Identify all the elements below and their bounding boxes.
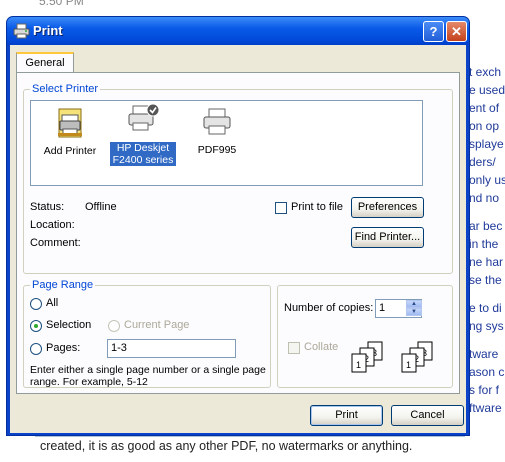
selection-label[interactable]: Selection (46, 319, 91, 331)
current-page-radio[interactable] (108, 320, 120, 332)
copies-group: Number of copies: 1 ▲ ▼ Collate 3 2 1 3 … (277, 285, 453, 388)
dialog-client-area: General Select Printer Add Printer HP De… (10, 45, 466, 433)
selection-radio[interactable] (30, 320, 42, 332)
background-text-line: tware (469, 347, 499, 361)
current-page-label[interactable]: Current Page (124, 319, 189, 331)
print-to-file-label[interactable]: Print to file (291, 201, 343, 213)
preferences-button[interactable]: Preferences (351, 197, 424, 218)
background-text-line: ar bec (469, 219, 503, 233)
copies-label: Number of copies: (284, 302, 374, 314)
page-range-hint: Enter either a single page number or a s… (30, 364, 266, 388)
printer-pdf995[interactable]: PDF995 (187, 106, 247, 156)
status-label: Status: (30, 201, 65, 213)
all-radio[interactable] (30, 298, 42, 310)
print-button[interactable]: Print (310, 405, 383, 426)
background-text-line: only us (469, 173, 505, 187)
spin-up-icon[interactable]: ▲ (406, 300, 422, 308)
pages-radio[interactable] (30, 343, 42, 355)
find-printer-button[interactable]: Find Printer... (351, 227, 424, 248)
background-text-line: ason c (469, 365, 505, 379)
location-label: Location: (30, 219, 75, 231)
svg-text:1: 1 (356, 360, 361, 370)
page-range-legend: Page Range (30, 279, 96, 291)
background-text-line: ng sys (469, 319, 504, 333)
collate-checkbox[interactable] (288, 342, 300, 354)
printer-icon (203, 108, 231, 135)
background-text-line: in the (469, 237, 499, 251)
all-label[interactable]: All (46, 297, 58, 309)
collate-pages-icon: 3 2 1 3 2 1 (351, 341, 433, 373)
status-value: Offline (85, 201, 117, 213)
background-text-line: ftware (469, 401, 502, 415)
print-dialog: Print ? ✕ General Select Printer Add Pri… (6, 16, 470, 436)
background-text-line (469, 335, 505, 345)
page-range-group: Page Range All Selection Current Page Pa… (23, 279, 271, 388)
pages-input[interactable]: 1-3 (107, 339, 236, 358)
cancel-button[interactable]: Cancel (391, 405, 464, 426)
background-text-line: splaye (469, 137, 504, 151)
background-text-line: se the (469, 273, 502, 287)
clock-text: 5:50 PM (39, 0, 84, 8)
pages-label[interactable]: Pages: (46, 342, 80, 354)
background-text-line: e to di (469, 301, 502, 315)
printer-default-icon (128, 103, 160, 131)
tab-general[interactable]: General (16, 52, 74, 72)
background-document-bottom-text: created, it is as good as any other PDF,… (40, 439, 413, 453)
background-text-line: ent of (469, 101, 500, 115)
dialog-title: Print (33, 23, 63, 38)
background-text-line: nd no (469, 191, 500, 205)
background-text-line: ders/ (469, 155, 496, 169)
print-to-file-checkbox[interactable] (275, 202, 287, 214)
background-text-line: e used (469, 83, 505, 97)
title-bar[interactable]: Print ? ✕ (7, 17, 469, 45)
printer-label: Add Printer (43, 145, 97, 157)
background-text-line (469, 289, 505, 299)
comment-label: Comment: (30, 237, 81, 249)
copies-spinner[interactable]: ▲ ▼ (406, 300, 422, 317)
printer-label: PDF995 (197, 144, 237, 156)
select-printer-legend: Select Printer (30, 83, 101, 95)
background-text-line: ne har (469, 255, 504, 269)
general-tab-panel: Select Printer Add Printer HP Deskjet F2… (16, 72, 460, 394)
spin-down-icon[interactable]: ▼ (406, 308, 422, 316)
select-printer-group: Select Printer Add Printer HP Deskjet F2… (23, 83, 453, 274)
collate-label[interactable]: Collate (304, 341, 338, 353)
printer-title-icon (13, 23, 30, 39)
background-text-line: on op (469, 119, 500, 133)
printer-add-printer[interactable]: Add Printer (34, 107, 106, 157)
background-text-line: t exch (469, 65, 502, 79)
add-printer-icon (58, 108, 82, 138)
printer-label: HP Deskjet F2400 series (109, 141, 177, 167)
background-document-text: t exch e used ent of on op splaye ders/only u… (469, 63, 505, 417)
help-button[interactable]: ? (423, 21, 444, 42)
printer-list[interactable]: Add Printer HP Deskjet F2400 series PDF9… (30, 100, 423, 186)
background-text-line: s for f (469, 383, 500, 397)
svg-text:1: 1 (406, 360, 411, 370)
close-button[interactable]: ✕ (446, 21, 467, 42)
printer-hp-deskjet[interactable]: HP Deskjet F2400 series (109, 102, 177, 167)
background-text-line (469, 207, 505, 217)
